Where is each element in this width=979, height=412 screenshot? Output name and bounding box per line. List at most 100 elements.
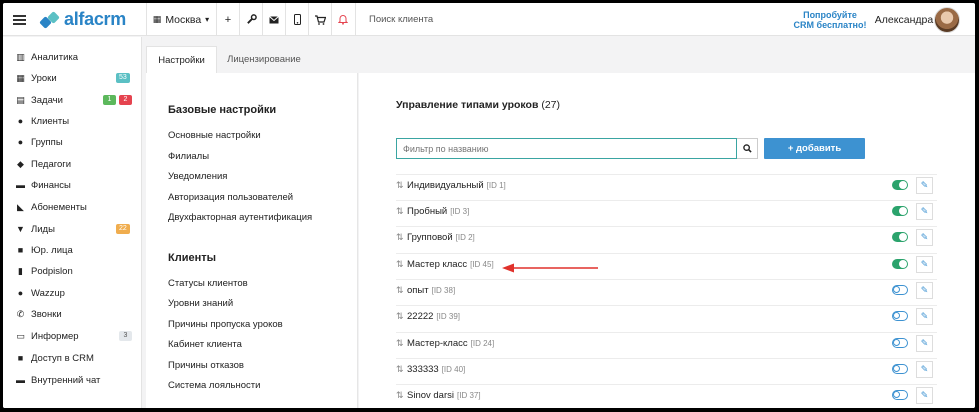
- link-user-auth[interactable]: Авторизация пользователей: [168, 192, 293, 203]
- sidebar-item-tasks[interactable]: ▤ Задачи 1 2: [3, 90, 142, 110]
- edit-pencil-icon[interactable]: ✎: [916, 387, 933, 404]
- cart-icon[interactable]: [309, 3, 331, 36]
- table-row: ⇅ 333333 [ID 40] ✎: [396, 358, 937, 380]
- sort-handle-icon[interactable]: ⇅: [396, 232, 407, 243]
- sidebar-item-finance[interactable]: ▬ Финансы: [3, 175, 142, 195]
- edit-pencil-icon[interactable]: ✎: [916, 203, 933, 220]
- user-name[interactable]: Александра: [871, 3, 937, 36]
- inactive-toggle[interactable]: [892, 364, 908, 374]
- sidebar-item-label: Юр. лица: [31, 244, 73, 256]
- informer-count-badge: 3: [119, 331, 132, 341]
- inactive-toggle[interactable]: [892, 390, 908, 400]
- add-icon[interactable]: +: [217, 3, 239, 36]
- search-button[interactable]: [737, 138, 758, 159]
- wrench-icon[interactable]: [240, 3, 262, 36]
- edit-pencil-icon[interactable]: ✎: [916, 229, 933, 246]
- edit-pencil-icon[interactable]: ✎: [916, 335, 933, 352]
- chevron-down-icon: ▾: [205, 15, 210, 24]
- funnel-icon: ▼: [16, 224, 25, 234]
- sidebar-item-analytics[interactable]: ▥ Аналитика: [3, 47, 142, 67]
- tasks-icon: ▤: [16, 94, 25, 105]
- link-loyalty-system[interactable]: Система лояльности: [168, 380, 260, 391]
- inactive-toggle[interactable]: [892, 311, 908, 321]
- link-branches[interactable]: Филиалы: [168, 151, 209, 162]
- sort-handle-icon[interactable]: ⇅: [396, 259, 407, 270]
- edit-pencil-icon[interactable]: ✎: [916, 308, 933, 325]
- document-icon: ▮: [18, 265, 23, 276]
- promo-line-2: CRM бесплатно!: [793, 19, 867, 30]
- edit-pencil-icon[interactable]: ✎: [916, 282, 933, 299]
- edit-pencil-icon[interactable]: ✎: [916, 177, 933, 194]
- page-title: Управление типами уроков (27): [396, 99, 560, 111]
- sort-handle-icon[interactable]: ⇅: [396, 206, 407, 217]
- sort-handle-icon[interactable]: ⇅: [396, 390, 407, 401]
- sort-handle-icon[interactable]: ⇅: [396, 364, 407, 375]
- section-title-clients: Клиенты: [168, 252, 217, 264]
- sort-handle-icon[interactable]: ⇅: [396, 311, 407, 322]
- active-toggle[interactable]: [892, 206, 908, 216]
- inactive-toggle[interactable]: [892, 285, 908, 295]
- sidebar-item-label: Podpislon: [31, 265, 73, 277]
- link-client-cabinet[interactable]: Кабинет клиента: [168, 339, 242, 350]
- whatsapp-icon: ●: [17, 288, 24, 298]
- branch-selector[interactable]: ▦ Москва ▾: [146, 3, 216, 36]
- graduation-cap-icon: ◆: [17, 158, 24, 169]
- link-knowledge-levels[interactable]: Уровни знаний: [168, 298, 233, 309]
- sidebar-item-informer[interactable]: ▭ Информер 3: [3, 326, 142, 346]
- sidebar-item-subscriptions[interactable]: ◣ Абонементы: [3, 197, 142, 217]
- sidebar-item-label: Доступ в CRM: [31, 352, 94, 364]
- sort-handle-icon[interactable]: ⇅: [396, 180, 407, 191]
- sidebar-item-groups[interactable]: ● Группы: [3, 132, 142, 152]
- tasks-red-badge: 2: [119, 95, 132, 105]
- edit-pencil-icon[interactable]: ✎: [916, 361, 933, 378]
- mail-icon[interactable]: [263, 3, 285, 36]
- sidebar-item-label: Клиенты: [31, 115, 70, 127]
- users-icon: ●: [17, 137, 24, 147]
- active-toggle[interactable]: [892, 259, 908, 269]
- sort-handle-icon[interactable]: ⇅: [396, 338, 407, 349]
- sidebar-item-leads[interactable]: ▼ Лиды 22: [3, 219, 142, 239]
- mobile-icon[interactable]: [286, 3, 308, 36]
- sidebar-item-podpislon[interactable]: ▮ Podpislon: [3, 261, 142, 281]
- sidebar-item-wazzup[interactable]: ● Wazzup: [3, 283, 142, 303]
- sidebar-item-internal-chat[interactable]: ▬ Внутренний чат: [3, 370, 142, 390]
- link-main-settings[interactable]: Основные настройки: [168, 130, 261, 141]
- annotation-arrow-icon: [502, 263, 598, 273]
- logo[interactable]: alfacrm: [39, 3, 133, 36]
- sidebar-item-crm-access[interactable]: ■ Доступ в CRM: [3, 348, 142, 368]
- sidebar-item-teachers[interactable]: ◆ Педагоги: [3, 154, 142, 174]
- avatar[interactable]: [933, 3, 961, 36]
- logo-text: alfacrm: [64, 9, 126, 29]
- alfacrm-logo-icon: [39, 10, 61, 29]
- sidebar: ▥ Аналитика ▦ Уроки 53 ▤ Задачи 1 2 ● Кл…: [3, 37, 142, 408]
- sidebar-item-label: Абонементы: [31, 201, 87, 213]
- table-row: ⇅ Мастер-класс [ID 24] ✎: [396, 332, 937, 354]
- search-icon: [742, 144, 752, 153]
- sidebar-item-clients[interactable]: ● Клиенты: [3, 111, 142, 131]
- sidebar-item-lessons[interactable]: ▦ Уроки 53: [3, 68, 142, 88]
- tab-licensing[interactable]: Лицензирование: [221, 46, 307, 73]
- edit-pencil-icon[interactable]: ✎: [916, 256, 933, 273]
- link-two-factor[interactable]: Двухфакторная аутентификация: [168, 212, 312, 223]
- link-absence-reasons[interactable]: Причины пропуска уроков: [168, 319, 283, 330]
- client-search-input[interactable]: Поиск клиента: [369, 3, 489, 36]
- sort-handle-icon[interactable]: ⇅: [396, 285, 407, 296]
- page-title-count: (27): [541, 99, 561, 111]
- bell-icon[interactable]: [332, 3, 354, 36]
- active-toggle[interactable]: [892, 232, 908, 242]
- link-client-statuses[interactable]: Статусы клиентов: [168, 278, 248, 289]
- filter-input[interactable]: [396, 138, 737, 159]
- sidebar-item-label: Педагоги: [31, 158, 72, 170]
- free-trial-link[interactable]: Попробуйте CRM бесплатно!: [787, 3, 873, 36]
- sidebar-item-label: Лиды: [31, 223, 55, 235]
- link-notifications[interactable]: Уведомления: [168, 171, 227, 182]
- add-lesson-type-button[interactable]: + добавить: [764, 138, 865, 159]
- sidebar-item-calls[interactable]: ✆ Звонки: [3, 304, 142, 324]
- inactive-toggle[interactable]: [892, 338, 908, 348]
- sidebar-item-legal-entities[interactable]: ■ Юр. лица: [3, 240, 142, 260]
- active-toggle[interactable]: [892, 180, 908, 190]
- tab-settings[interactable]: Настройки: [146, 46, 217, 73]
- menu-icon[interactable]: [3, 3, 35, 36]
- lesson-types-panel: Управление типами уроков (27) + добавить…: [359, 73, 975, 408]
- link-rejection-reasons[interactable]: Причины отказов: [168, 360, 244, 371]
